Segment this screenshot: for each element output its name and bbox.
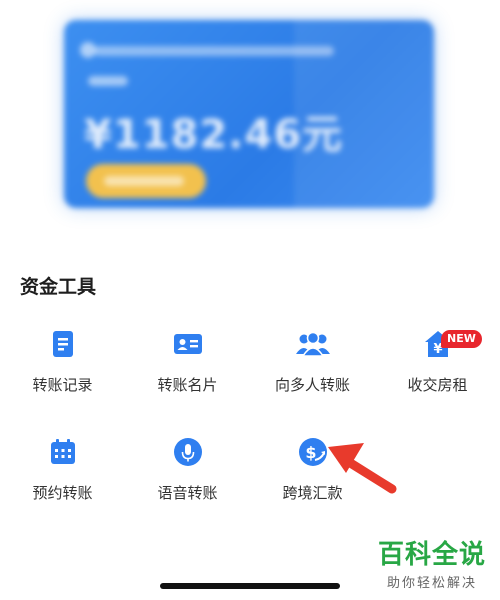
tool-voice-transfer[interactable]: 语音转账 xyxy=(125,438,250,518)
tool-label: 转账名片 xyxy=(157,376,218,394)
home-indicator[interactable] xyxy=(160,583,340,589)
promo-card[interactable]: ¥1182.46元 xyxy=(58,14,440,214)
promo-cta-button[interactable] xyxy=(86,164,206,198)
section-title: 资金工具 xyxy=(20,276,97,298)
new-badge: NEW xyxy=(441,330,482,348)
watermark-logo: 百科全说 助你轻松解决 xyxy=(378,540,486,591)
microphone-icon xyxy=(173,438,202,466)
tool-label: 收交房租 xyxy=(407,376,468,394)
multiple-users-icon xyxy=(295,330,330,358)
watermark-title: 百科全说 xyxy=(377,540,486,570)
tool-label: 预约转账 xyxy=(32,484,93,502)
calendar-icon xyxy=(49,438,77,466)
tool-label: 向多人转账 xyxy=(274,376,350,394)
tool-transfer-card[interactable]: 转账名片 xyxy=(125,330,250,410)
tool-transfer-records[interactable]: 转账记录 xyxy=(0,330,125,410)
tool-label: 语音转账 xyxy=(157,484,218,502)
red-arrow-icon xyxy=(328,443,397,494)
tool-scheduled-transfer[interactable]: 预约转账 xyxy=(0,438,125,518)
promo-blurred-label xyxy=(88,76,128,86)
tool-label: 转账记录 xyxy=(32,376,93,394)
id-card-icon xyxy=(173,330,202,358)
document-list-icon xyxy=(49,330,77,358)
tool-multi-transfer[interactable]: 向多人转账 xyxy=(250,330,375,410)
watermark-subtitle: 助你轻松解决 xyxy=(386,576,477,591)
